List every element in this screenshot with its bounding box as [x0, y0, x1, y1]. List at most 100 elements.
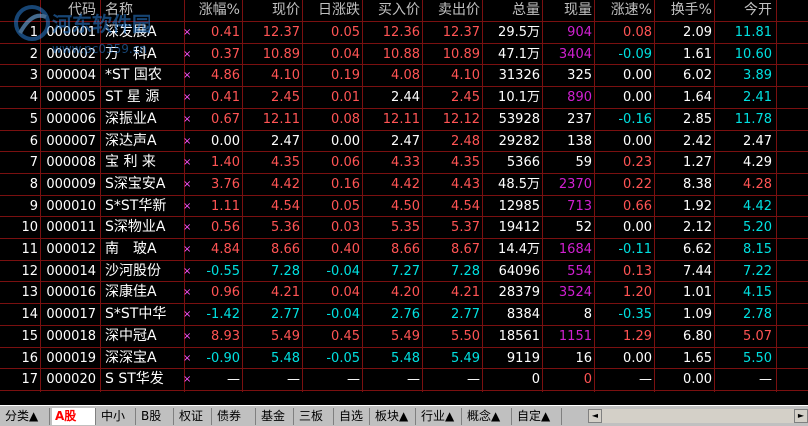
- column-header[interactable]: 总量: [484, 0, 540, 20]
- cell-vol: 14.4万: [498, 242, 540, 257]
- cell-spd: -0.35: [618, 307, 652, 323]
- cell-open: 2.78: [743, 307, 772, 323]
- tab-8[interactable]: 自选: [336, 408, 370, 425]
- cell-code: 000006: [46, 111, 96, 127]
- scroll-left-icon[interactable]: ◄: [588, 409, 602, 423]
- cell-vol: 8384: [506, 307, 540, 323]
- column-header[interactable]: 现量: [544, 0, 592, 20]
- cell-price: 4.42: [271, 176, 300, 192]
- cell-cur: 237: [567, 111, 592, 127]
- table-row[interactable]: 17 000020 S ST华发 × — — — — —0 0—0.00—: [0, 369, 808, 391]
- cell-spd: 0.00: [623, 350, 652, 366]
- scroll-right-icon[interactable]: ►: [794, 409, 808, 423]
- cell-price: 10.89: [262, 46, 300, 62]
- tab-1[interactable]: A股: [52, 408, 96, 425]
- cell-vol: 28379: [498, 285, 540, 301]
- cell-cur: 138: [567, 133, 592, 149]
- cell-turn: 6.02: [683, 68, 712, 84]
- cell-ask: 10.89: [442, 46, 480, 62]
- cell-diff: 0.45: [331, 328, 360, 344]
- tab-0[interactable]: 分类▲: [2, 408, 50, 425]
- cell-turn: 2.42: [683, 133, 712, 149]
- column-header[interactable]: 现价: [244, 0, 300, 20]
- table-row[interactable]: 8 000009 S深宝安A × 3.76 4.42 0.16 4.42 4.43 48.5万 23…: [0, 174, 808, 196]
- cell-diff: 0.03: [331, 220, 360, 236]
- column-header[interactable]: 今开: [716, 0, 772, 20]
- cell-ask: 4.43: [451, 176, 480, 192]
- horizontal-scrollbar[interactable]: ◄ ►: [588, 409, 808, 423]
- cell-vol: 29.5万: [498, 25, 540, 40]
- column-header[interactable]: 卖出价: [424, 0, 480, 20]
- cell-bid: 2.47: [391, 133, 420, 149]
- column-header[interactable]: 换手%: [656, 0, 712, 20]
- cell-vol: 19412: [498, 220, 540, 236]
- cell-vol: 31326: [498, 68, 540, 84]
- tab-11[interactable]: 概念▲: [464, 408, 512, 425]
- cell-code: 000007: [46, 133, 96, 149]
- cell-ask: 4.54: [451, 198, 480, 214]
- cell-no: 14: [21, 307, 38, 323]
- cell-no: 13: [21, 285, 38, 301]
- table-row[interactable]: 13 000016 深康佳A × 0.96 4.21 0.04 4.20 4.21 28379 35…: [0, 282, 808, 304]
- table-row[interactable]: 15 000018 深中冠A × 8.93 5.49 0.45 5.49 5.50 18561 11…: [0, 326, 808, 348]
- tab-10[interactable]: 行业▲: [418, 408, 462, 425]
- cell-bid: 4.08: [391, 68, 420, 84]
- cell-open: 5.07: [743, 328, 772, 344]
- cell-turn: 1.09: [683, 307, 712, 323]
- cell-price: 4.54: [271, 198, 300, 214]
- cell-name: 深振业A: [105, 110, 157, 127]
- cell-chg: 0.37: [211, 46, 240, 62]
- cell-ask: —: [467, 372, 480, 388]
- cell-open: 5.50: [743, 350, 772, 366]
- cell-vol: 29282: [498, 133, 540, 149]
- cell-no: 12: [21, 263, 38, 279]
- column-header[interactable]: 买入价: [364, 0, 420, 20]
- table-row[interactable]: 5 000006 深振业A × 0.67 12.11 0.08 12.11 12.12 53928…: [0, 109, 808, 131]
- tab-4[interactable]: 权证: [176, 408, 212, 425]
- table-row[interactable]: 12 000014 沙河股份 × -0.55 7.28 -0.04 7.27 7.28 64096…: [0, 261, 808, 283]
- tab-5[interactable]: 债券: [214, 408, 256, 425]
- cell-cur: 904: [567, 25, 592, 40]
- column-header[interactable]: 日涨跌: [304, 0, 360, 20]
- table-row[interactable]: 9 000010 S*ST华新 × 1.11 4.54 0.05 4.50 4.54 12985 7…: [0, 196, 808, 218]
- cell-cur: 325: [567, 68, 592, 84]
- cell-diff: 0.04: [331, 46, 360, 62]
- cell-cur: 3404: [558, 46, 592, 62]
- table-row[interactable]: 4 000005 ST 星 源 × 0.41 2.45 0.01 2.44 2.45 10.1万 8…: [0, 87, 808, 109]
- tab-3[interactable]: B股: [138, 408, 174, 425]
- cell-ask: 2.77: [451, 307, 480, 323]
- cell-no: 6: [29, 133, 38, 149]
- tab-6[interactable]: 基金: [258, 408, 294, 425]
- cell-name: S深物业A: [105, 219, 166, 236]
- cell-name: 南 玻A: [105, 241, 157, 257]
- cell-code: 000019: [46, 350, 96, 366]
- column-header[interactable]: 涨幅%: [190, 0, 240, 20]
- cell-name: 深康佳A: [105, 284, 157, 301]
- cell-price: 4.21: [271, 285, 300, 301]
- cell-cur: 52: [575, 220, 592, 236]
- tab-12[interactable]: 自定▲: [514, 408, 562, 425]
- table-row[interactable]: 3 000004 *ST 国农 × 4.86 4.10 0.19 4.08 4.10 31326 3…: [0, 65, 808, 87]
- table-row[interactable]: 14 000017 S*ST中华 × -1.42 2.77 -0.04 2.76 2.77 838…: [0, 304, 808, 326]
- cell-turn: 1.92: [683, 198, 712, 214]
- cell-code: 000017: [46, 307, 96, 323]
- cell-chg: 0.56: [211, 220, 240, 236]
- table-row[interactable]: 16 000019 深深宝A × -0.90 5.48 -0.05 5.48 5.49 9119 1…: [0, 348, 808, 370]
- grid-hline: [0, 389, 808, 391]
- cell-open: 2.41: [743, 90, 772, 106]
- table-row[interactable]: 6 000007 深达声A × 0.00 2.47 0.00 2.47 2.48 29282 138…: [0, 131, 808, 153]
- cell-chg: 4.86: [211, 68, 240, 84]
- table-row[interactable]: 7 000008 宝 利 来 × 1.40 4.35 0.06 4.33 4.35 5366 59 0…: [0, 152, 808, 174]
- column-header[interactable]: 涨速%: [596, 0, 652, 20]
- cell-spd: —: [639, 372, 652, 388]
- cell-code: 000014: [46, 263, 96, 279]
- tab-7[interactable]: 三板: [296, 408, 334, 425]
- cell-no: 16: [21, 350, 38, 366]
- table-row[interactable]: 10 000011 S深物业A × 0.56 5.36 0.03 5.35 5.37 19412 5…: [0, 217, 808, 239]
- cell-price: 5.49: [271, 328, 300, 344]
- tab-9[interactable]: 板块▲: [372, 408, 416, 425]
- tab-2[interactable]: 中小: [98, 408, 136, 425]
- table-row[interactable]: 11 000012 南 玻A × 4.84 8.66 0.40 8.66 8.67 14.4万 16…: [0, 239, 808, 261]
- cell-name: S*ST中华: [105, 306, 167, 323]
- cell-open: 11.81: [734, 25, 772, 40]
